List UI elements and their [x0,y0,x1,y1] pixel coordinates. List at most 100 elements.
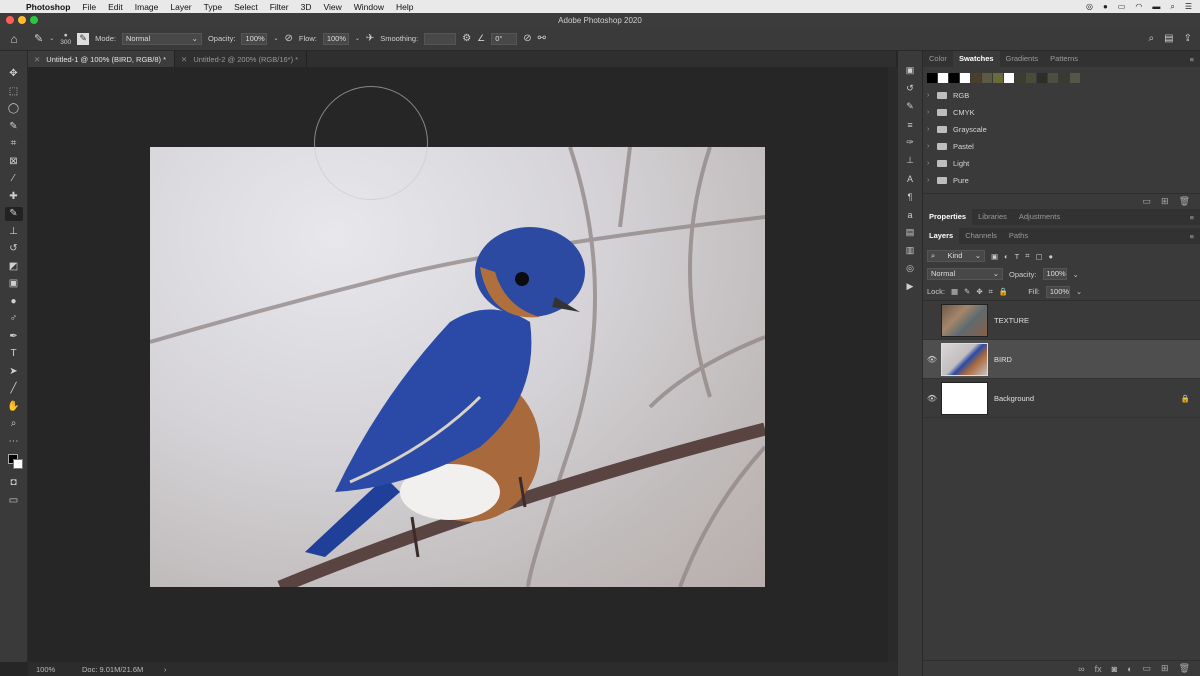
airbrush-icon[interactable]: ✈ [366,33,374,44]
marquee-tool-icon[interactable]: ⬚ [5,85,23,99]
swatch-chip[interactable] [1059,73,1069,83]
line-tool-icon[interactable]: ╱ [5,382,23,396]
flow-input[interactable]: 100% [322,32,349,45]
shape-filter-icon[interactable]: ⌗ [1025,251,1029,261]
folder-rgb[interactable]: › RGB [923,87,1200,104]
angle-input[interactable]: 0° [491,32,518,45]
tab-patterns[interactable]: Patterns [1044,51,1084,67]
chevron-down-icon[interactable]: ⌄ [1076,287,1082,296]
adjustment-layer-icon[interactable]: ◐ [1127,664,1132,674]
quick-mask-icon[interactable]: ◘ [5,476,23,490]
blur-tool-icon[interactable]: ● [5,295,23,309]
mask-icon[interactable]: ◙ [1112,664,1117,674]
brushes-panel-icon[interactable]: ✑ [902,137,918,148]
chevron-down-icon[interactable]: ⌄ [355,35,360,42]
tab-adjustments[interactable]: Adjustments [1013,209,1066,225]
tab-channels[interactable]: Channels [959,228,1003,244]
mode-select[interactable]: Normal ⌄ [121,32,202,45]
fill-input[interactable]: 100% [1045,285,1070,298]
folder-light[interactable]: › Light [923,155,1200,172]
swatch-chip[interactable] [960,73,970,83]
color-swatches-icon[interactable] [5,452,23,472]
zoom-window-button[interactable] [30,16,38,24]
pressure-opacity-icon[interactable]: ⊘ [285,33,293,44]
lasso-tool-icon[interactable]: ◯ [5,102,23,116]
layer-row[interactable]: 👁 Background 🔒 [923,379,1200,418]
swatch-chip[interactable] [1070,73,1080,83]
info-icon[interactable]: ▤ [902,227,918,238]
pixel-filter-icon[interactable]: ▣ [991,252,998,261]
new-group-icon[interactable]: ▭ [1143,196,1152,207]
creative-cloud-icon[interactable]: ◎ [1086,2,1093,11]
brush-size-picker[interactable]: ● 300 [60,32,71,46]
tab-gradients[interactable]: Gradients [1000,51,1045,67]
menu-edit[interactable]: Edit [108,2,123,12]
zoom-level[interactable]: 100% [36,665,82,674]
close-icon[interactable]: ✕ [34,55,40,64]
menu-type[interactable]: Type [204,2,222,12]
eraser-tool-icon[interactable]: ◩ [5,260,23,274]
folder-pastel[interactable]: › Pastel [923,138,1200,155]
lock-all-icon[interactable]: 🔒 [999,287,1008,296]
opacity-input[interactable]: 100% [241,32,268,45]
tab-untitled-2[interactable]: ✕ Untitled-2 @ 200% (RGB/16*) * [175,51,308,67]
character-icon[interactable]: A [902,173,918,184]
menu-3d[interactable]: 3D [301,2,312,12]
background-color[interactable] [12,459,23,469]
group-icon[interactable]: ▭ [1143,663,1152,674]
gear-icon[interactable]: ⚙ [462,33,471,44]
folder-grayscale[interactable]: › Grayscale [923,121,1200,138]
filter-toggle-icon[interactable]: ● [1049,252,1054,261]
canvas-area[interactable] [28,67,888,662]
swatch-chip[interactable] [982,73,992,83]
path-selection-tool-icon[interactable]: ➤ [5,365,23,379]
layer-row[interactable]: 👁 BIRD [923,340,1200,379]
brush-tool-icon[interactable]: ✎ [4,207,23,221]
brush-settings-icon[interactable]: ✎ [77,32,90,45]
delete-icon[interactable]: 🗑 [1179,196,1190,207]
link-icon[interactable]: ∞ [1078,664,1084,674]
workspace-icon[interactable]: ▤ [1164,33,1173,44]
fx-icon[interactable]: fx [1095,664,1102,674]
close-icon[interactable]: ✕ [181,55,187,64]
navigator-icon[interactable]: ◎ [902,263,918,274]
hand-tool-icon[interactable]: ✋ [5,400,23,414]
menu-view[interactable]: View [323,2,341,12]
kind-filter-select[interactable]: ⌕ Kind ⌄ [927,250,985,262]
layer-row[interactable]: TEXTURE [923,301,1200,340]
new-layer-icon[interactable]: ⊞ [1161,663,1169,674]
screen-mode-icon[interactable]: ▭ [5,494,23,508]
pen-tool-icon[interactable]: ✒ [5,330,23,344]
menu-help[interactable]: Help [396,2,413,12]
status-menu-arrow[interactable]: › [164,665,167,674]
chevron-down-icon[interactable]: ⌄ [273,35,278,42]
bird-photo[interactable] [150,147,765,587]
type-filter-icon[interactable]: T [1015,252,1020,261]
learn-icon[interactable]: ▣ [902,65,918,76]
clone-source-icon[interactable]: ⊥ [902,155,918,166]
menu-image[interactable]: Image [135,2,159,12]
more-tools-icon[interactable]: ⋯ [5,435,23,449]
spotlight-icon[interactable]: ⌕ [1170,2,1174,12]
history-brush-tool-icon[interactable]: ↺ [5,242,23,256]
tab-swatches[interactable]: Swatches [952,51,1000,67]
wifi-icon[interactable]: ◠ [1135,2,1142,11]
folder-pure[interactable]: › Pure [923,172,1200,189]
swatch-chip[interactable] [1037,73,1047,83]
swatch-chip[interactable] [938,73,948,83]
tab-paths[interactable]: Paths [1003,228,1034,244]
tab-properties[interactable]: Properties [923,209,973,225]
app-menu[interactable]: Photoshop [26,2,70,12]
swatch-chip[interactable] [993,73,1003,83]
search-icon[interactable]: ⌕ [1149,33,1155,44]
lock-position-icon[interactable]: ✥ [976,287,982,296]
smoothing-input[interactable] [424,32,457,45]
delete-layer-icon[interactable]: 🗑 [1179,663,1190,674]
record-icon[interactable]: ● [1103,2,1108,11]
panel-menu-icon[interactable]: ≡ [1190,232,1194,241]
close-window-button[interactable] [6,16,14,24]
menu-filter[interactable]: Filter [270,2,289,12]
chevron-down-icon[interactable]: ⌄ [1073,270,1079,279]
type-tool-icon[interactable]: T [5,347,23,361]
move-tool-icon[interactable]: ✥ [5,67,23,81]
